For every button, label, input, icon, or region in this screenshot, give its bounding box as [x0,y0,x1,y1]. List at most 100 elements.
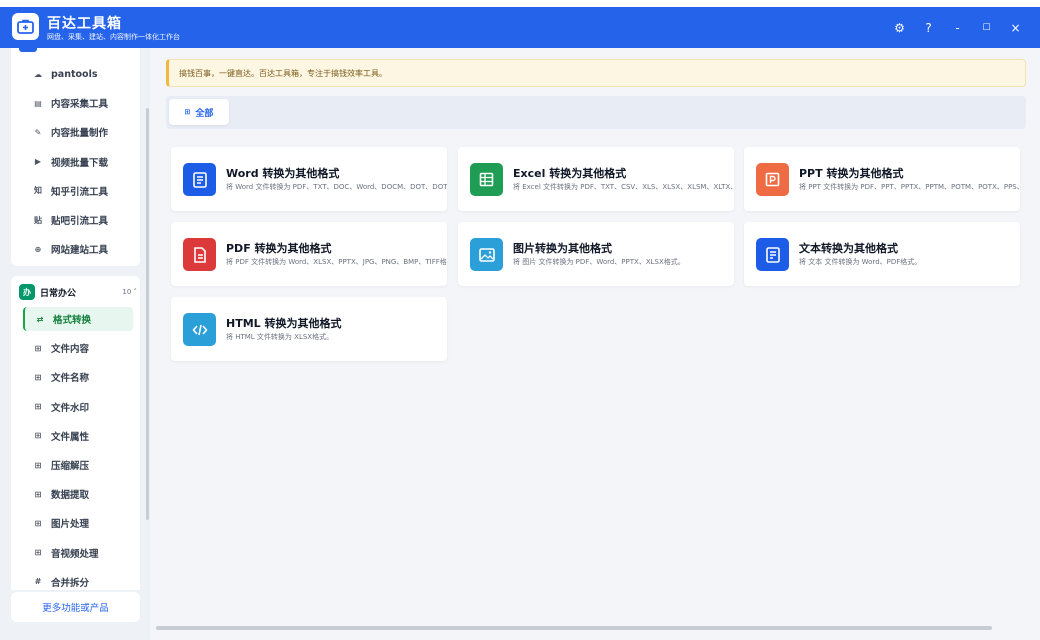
sidebar-item-7[interactable]: ⊞ 数据提取 [23,482,133,506]
tab-label: 全部 [195,108,214,119]
ppt-slide-icon [756,163,789,196]
card-description: 将 PDF 文件转换为 Word、XLSX、PPTX、JPG、PNG、BMP、T… [226,258,447,266]
code-icon [183,313,216,346]
sidebar-item-2[interactable]: ▤ 内容采集工具 [23,91,133,115]
card-title: Word 转换为其他格式 [226,167,340,180]
sidebar-item-label: pantools [51,68,98,80]
tab-bar: ⊞ 全部 [166,96,1026,129]
pdf-file-icon [183,238,216,271]
grid-icon: ⊞ [34,343,42,353]
sidebar-item-7[interactable]: ⊕ 网站建站工具 [23,237,133,261]
excel-sheet-icon [470,163,503,196]
sidebar-scrollbar[interactable] [146,108,149,520]
card-description: 将 图片 文件转换为 PDF、Word、PPTX、XLSX格式。 [513,258,685,266]
sidebar-item-label: 合并拆分 [51,577,90,589]
sidebar-item-1[interactable]: ⇄ 格式转换 [23,307,133,331]
converter-card-3[interactable]: PPT 转换为其他格式将 PPT 文件转换为 PDF、PPT、PPTX、PPTM… [744,147,1020,211]
card-description: 将 HTML 文件转换为 XLSX格式。 [226,333,334,341]
app-title: 百达工具箱 [47,16,122,32]
grid-icon: ⊞ [34,489,42,499]
sidebar-item-1[interactable]: ☁ pantools [23,62,133,86]
sidebar-item-9[interactable]: ⊞ 音视频处理 [23,541,133,565]
sidebar-item-8[interactable]: ⊞ 图片处理 [23,511,133,535]
group-count: 10 ˄ [122,288,137,296]
converter-card-6[interactable]: 文本转换为其他格式将 文本 文件转换为 Word、PDF格式。 [744,222,1020,286]
close-icon[interactable]: × [1001,17,1030,39]
sidebar-group-office: 办 日常办公 10 ˄ ⇄ 格式转换 ⊞ 文件内容 ⊞ 文件名称 ⊞ 文件水印 ⊞ 文件属性 ⊞ 压缩… [11,276,140,590]
converter-card-4[interactable]: PDF 转换为其他格式将 PDF 文件转换为 Word、XLSX、PPTX、JP… [171,222,447,286]
grid-icon: ⊞ [34,460,42,470]
card-title: PDF 转换为其他格式 [226,242,332,255]
sidebar-item-label: 贴吧引流工具 [51,216,109,227]
sidebar-group-tools: ☁ pantools ▤ 内容采集工具 ✎ 内容批量制作 ▶ 视频批量下载知知乎引流工具贴贴吧… [11,48,140,266]
sidebar-item-label: 压缩解压 [51,461,90,472]
text-file-icon [756,238,789,271]
sidebar-item-10[interactable]: # 合并拆分 [23,570,133,590]
sidebar-item-label: 音视频处理 [51,548,99,560]
sidebar-item-label: 文件内容 [51,344,90,356]
group-header-office[interactable]: 办 日常办公 10 ˄ [19,282,137,302]
sidebar-item-5[interactable]: ⊞ 文件属性 [23,424,133,448]
grid-icon: ⊞ [34,548,42,558]
sidebar-item-6[interactable]: ⊞ 压缩解压 [23,453,133,477]
sidebar-item-label: 知乎引流工具 [51,186,109,198]
sidebar-item-4[interactable]: ⊞ 文件水印 [23,395,133,419]
card-description: 将 文本 文件转换为 Word、PDF格式。 [799,258,922,266]
sidebar-item-label: 内容批量制作 [51,128,109,140]
sidebar-item-label: 网站建站工具 [51,245,109,257]
sidebar-item-5[interactable]: 知知乎引流工具 [23,179,133,203]
help-icon[interactable]: ? [914,17,943,39]
grid-icon: ⊞ [34,518,42,528]
window-controls: ⚙ ? - ☐ × [885,17,1030,39]
exchange-icon: ⇄ [36,314,44,324]
converter-card-1[interactable]: Word 转换为其他格式将 Word 文件转换为 PDF、TXT、DOC、Wor… [171,147,447,211]
card-description: 将 Excel 文件转换为 PDF、TXT、CSV、XLS、XLSX、XLSM、… [513,183,734,191]
hash-icon: # [34,577,42,587]
sidebar-item-4[interactable]: ▶ 视频批量下载 [23,150,133,174]
card-title: 图片转换为其他格式 [513,242,612,255]
title-bar: 百达工具箱 网盘、采集、建站、内容制作一体化工作台 ⚙ ? - ☐ × [0,7,1040,48]
group-stub [19,48,37,52]
sidebar-item-label: 视频批量下载 [51,157,109,169]
notice-banner: 搞钱百事，一键直达。百达工具箱，专注于搞钱效率工具。 [166,59,1026,87]
grid-icon: ⊞ [184,108,191,116]
sidebar-item-label: 数据提取 [51,490,90,502]
converter-card-7[interactable]: HTML 转换为其他格式将 HTML 文件转换为 XLSX格式。 [171,297,447,361]
web-icon: ⊕ [34,244,42,254]
grid-icon: ⊞ [34,431,42,441]
tieba-icon: 贴 [34,215,42,225]
horizontal-scrollbar[interactable] [156,626,992,630]
grid-icon: ⊞ [34,372,42,382]
minimize-icon[interactable]: - [943,17,972,39]
sidebar-item-label: 文件水印 [51,402,90,414]
sidebar-item-label: 文件名称 [51,373,90,385]
group-title: 日常办公 [40,288,77,299]
card-title: PPT 转换为其他格式 [799,167,904,180]
edit-icon: ✎ [34,127,42,137]
sidebar-item-2[interactable]: ⊞ 文件内容 [23,336,133,360]
card-description: 将 Word 文件转换为 PDF、TXT、DOC、Word、DOCM、DOT、D… [226,183,447,191]
word-doc-icon [183,163,216,196]
maximize-icon[interactable]: ☐ [972,17,1001,39]
sidebar-item-3[interactable]: ⊞ 文件名称 [23,365,133,389]
card-title: Excel 转换为其他格式 [513,167,627,180]
sidebar-item-label: 文件属性 [51,431,90,443]
top-strip [0,0,1040,7]
card-description: 将 PPT 文件转换为 PDF、PPT、PPTX、PPTM、POTM、POTX、… [799,183,1020,191]
sidebar: ☁ pantools ▤ 内容采集工具 ✎ 内容批量制作 ▶ 视频批量下载知知乎引流工具贴贴吧… [0,48,150,640]
cloud-icon: ☁ [34,69,42,79]
grid-icon: ⊞ [34,402,42,412]
more-products-button[interactable]: 更多功能或产品 [11,592,140,622]
sidebar-item-6[interactable]: 贴贴吧引流工具 [23,208,133,232]
app-subtitle: 网盘、采集、建站、内容制作一体化工作台 [47,33,180,41]
image-icon [470,238,503,271]
settings-icon[interactable]: ⚙ [885,17,914,39]
sidebar-item-3[interactable]: ✎ 内容批量制作 [23,120,133,144]
sidebar-item-label: 格式转换 [53,315,92,326]
converter-card-5[interactable]: 图片转换为其他格式将 图片 文件转换为 PDF、Word、PPTX、XLSX格式… [458,222,734,286]
tab-all[interactable]: ⊞ 全部 [169,99,229,125]
collect-icon: ▤ [34,98,42,108]
sidebar-item-label: 图片处理 [51,519,90,531]
zhihu-icon: 知 [34,186,42,196]
converter-card-2[interactable]: Excel 转换为其他格式将 Excel 文件转换为 PDF、TXT、CSV、X… [458,147,734,211]
